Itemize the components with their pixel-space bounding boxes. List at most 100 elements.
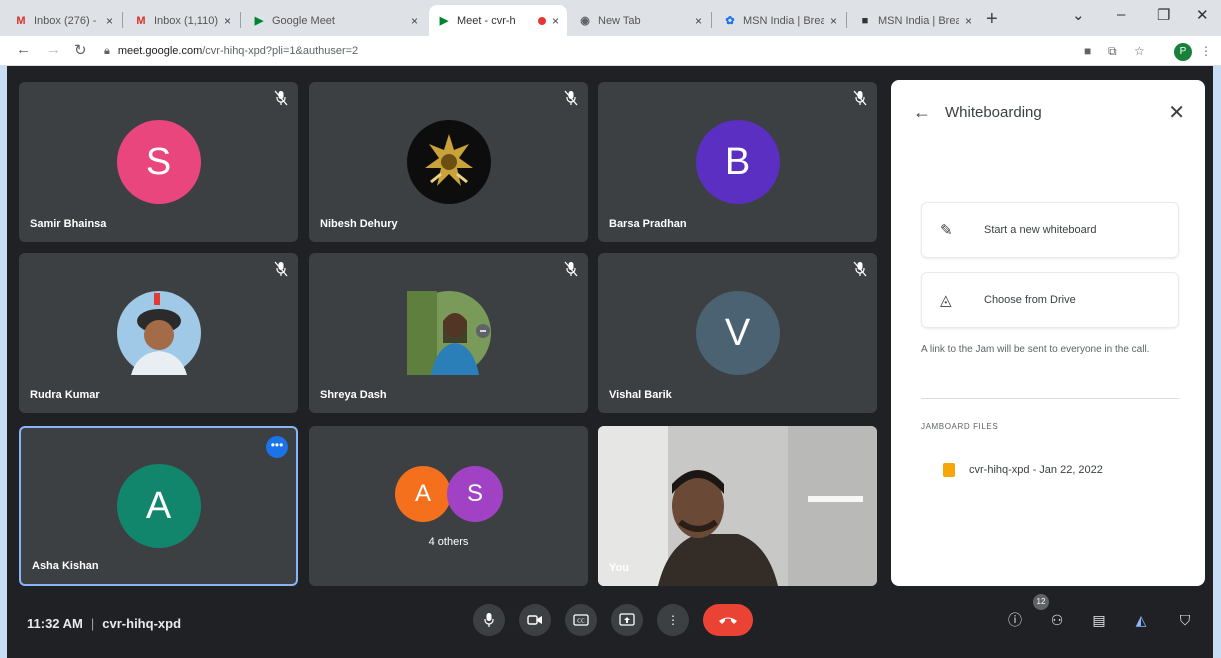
close-window-icon[interactable]: ✕: [1196, 6, 1209, 24]
tab-gmail-inbox-2[interactable]: M Inbox (1,110) - b ×: [126, 5, 239, 36]
jamboard-file-item[interactable]: cvr-hihq-xpd - Jan 22, 2022: [943, 463, 1103, 477]
leave-call-button[interactable]: [703, 604, 753, 636]
drive-icon: ◬: [940, 292, 952, 309]
others-count-label: 4 others: [428, 536, 469, 548]
people-icon[interactable]: ⚇: [1047, 610, 1067, 630]
mic-off-icon: [564, 261, 578, 277]
tab-close-icon[interactable]: ×: [552, 14, 559, 28]
participant-tile-shreya[interactable]: Shreya Dash: [309, 253, 588, 413]
captions-button[interactable]: CC: [565, 604, 597, 636]
msn-icon: ✿: [725, 14, 735, 27]
avatar: B: [695, 120, 780, 204]
tab-close-icon[interactable]: ×: [224, 14, 231, 28]
browser-toolbar: ← → ↻ 🔒︎ meet.google.com/cvr-hihq-xpd?pl…: [0, 36, 1221, 66]
meeting-details: 11:32 AM | cvr-hihq-xpd: [27, 616, 181, 631]
meeting-info-icon[interactable]: ⓘ: [1005, 610, 1025, 630]
minimize-icon[interactable]: –: [1117, 6, 1125, 23]
share-icon[interactable]: ⧉: [1108, 44, 1117, 59]
tab-msn-2[interactable]: ■ MSN India | Brea ×: [850, 5, 980, 36]
present-button[interactable]: [611, 604, 643, 636]
close-panel-icon[interactable]: ✕: [1168, 100, 1185, 125]
more-vert-icon: ⋮: [667, 613, 679, 627]
tab-divider: [846, 12, 847, 28]
gmail-icon: M: [136, 14, 146, 27]
tab-close-icon[interactable]: ×: [695, 14, 702, 28]
present-icon: [619, 613, 635, 626]
url-path: /cvr-hihq-xpd?pli=1&authuser=2: [202, 45, 359, 57]
others-avatar-s: S: [447, 466, 503, 522]
jamboard-files-heading: JAMBOARD FILES: [921, 422, 999, 431]
participant-name: Rudra Kumar: [30, 389, 100, 401]
mic-off-icon: [564, 90, 578, 106]
panel-title: Whiteboarding: [945, 104, 1042, 121]
participant-tile-nibesh[interactable]: Nibesh Dehury: [309, 82, 588, 242]
more-options-button[interactable]: ⋮: [657, 604, 689, 636]
tab-msn-1[interactable]: ✿ MSN India | Brea ×: [715, 5, 845, 36]
participant-name: Nibesh Dehury: [320, 218, 398, 230]
forward-icon[interactable]: →: [46, 41, 61, 58]
tab-close-icon[interactable]: ×: [106, 14, 113, 28]
camera-icon: [527, 615, 542, 625]
chrome-menu-icon[interactable]: ⋮: [1200, 44, 1212, 58]
address-bar[interactable]: 🔒︎ meet.google.com/cvr-hihq-xpd?pli=1&au…: [104, 39, 1024, 63]
tab-gmail-inbox-1[interactable]: M Inbox (276) - phr ×: [6, 5, 121, 36]
participant-name: Vishal Barik: [609, 389, 672, 401]
host-controls-icon[interactable]: ⛉: [1175, 610, 1195, 630]
activities-icon[interactable]: ◭: [1131, 610, 1151, 630]
participant-tile-vishal[interactable]: V Vishal Barik: [598, 253, 877, 413]
jam-link-note: A link to the Jam will be sent to everyo…: [921, 344, 1150, 355]
back-arrow-icon[interactable]: ←: [913, 102, 931, 123]
meeting-code: cvr-hihq-xpd: [102, 616, 182, 631]
camera-in-use-icon[interactable]: ■: [1084, 44, 1091, 58]
separator: |: [90, 616, 95, 631]
tab-google-meet[interactable]: ▶ Google Meet ×: [244, 5, 426, 36]
tab-divider: [711, 12, 712, 28]
camera-button[interactable]: [519, 604, 551, 636]
tab-close-icon[interactable]: ×: [830, 14, 837, 28]
maximize-icon[interactable]: ❐: [1157, 6, 1170, 24]
back-icon[interactable]: ←: [16, 41, 31, 58]
participant-tile-rudra[interactable]: Rudra Kumar: [19, 253, 298, 413]
profile-photo-avatar: [406, 291, 491, 375]
mic-off-icon: [853, 261, 867, 277]
tab-meet-active[interactable]: ▶ Meet - cvr-h ×: [429, 5, 567, 36]
avatar: S: [116, 120, 201, 204]
jamboard-icon: [943, 463, 955, 477]
reload-icon[interactable]: ↻: [74, 41, 87, 59]
profile-avatar[interactable]: P: [1174, 43, 1192, 61]
bookmark-star-icon[interactable]: ☆: [1134, 44, 1145, 58]
tab-search-icon[interactable]: ⌄: [1072, 6, 1085, 24]
hang-up-icon: [719, 617, 737, 624]
participant-tile-samir[interactable]: S Samir Bhainsa: [19, 82, 298, 242]
whiteboarding-panel: ← Whiteboarding ✕ ✎ Start a new whiteboa…: [891, 80, 1205, 586]
svg-text:CC: CC: [577, 619, 585, 625]
tab-close-icon[interactable]: ×: [965, 14, 972, 28]
mic-icon: [484, 613, 494, 627]
participant-name: Shreya Dash: [320, 389, 387, 401]
meet-stage: S Samir Bhainsa Nibesh Dehury B Barsa Pr…: [7, 66, 1213, 658]
pen-icon: ✎: [940, 222, 953, 239]
new-tab-icon[interactable]: +: [986, 8, 998, 31]
profile-photo-avatar: [116, 291, 201, 375]
tab-new-tab[interactable]: ◉ New Tab ×: [570, 5, 710, 36]
mic-button[interactable]: [473, 604, 505, 636]
participant-name: Asha Kishan: [32, 560, 99, 572]
chrome-icon: ◉: [580, 14, 590, 27]
tab-divider: [240, 12, 241, 28]
others-tile[interactable]: A S 4 others: [309, 426, 588, 586]
choose-from-drive-button[interactable]: ◬ Choose from Drive: [921, 272, 1179, 328]
more-options-icon[interactable]: •••: [266, 436, 288, 458]
participant-tile-barsa[interactable]: B Barsa Pradhan: [598, 82, 877, 242]
others-avatar-a: A: [395, 466, 451, 522]
chat-icon[interactable]: ▤: [1089, 610, 1109, 630]
panel-divider: [921, 398, 1179, 399]
captions-icon: CC: [573, 614, 589, 626]
start-new-whiteboard-button[interactable]: ✎ Start a new whiteboard: [921, 202, 1179, 258]
participant-name: Samir Bhainsa: [30, 218, 107, 230]
recording-indicator-icon: [537, 16, 546, 25]
participant-tile-asha[interactable]: ••• A Asha Kishan: [19, 426, 298, 586]
self-video-tile[interactable]: You: [598, 426, 877, 586]
url-host: meet.google.com: [117, 45, 203, 57]
tab-close-icon[interactable]: ×: [411, 14, 418, 28]
current-time: 11:32 AM: [27, 616, 83, 631]
